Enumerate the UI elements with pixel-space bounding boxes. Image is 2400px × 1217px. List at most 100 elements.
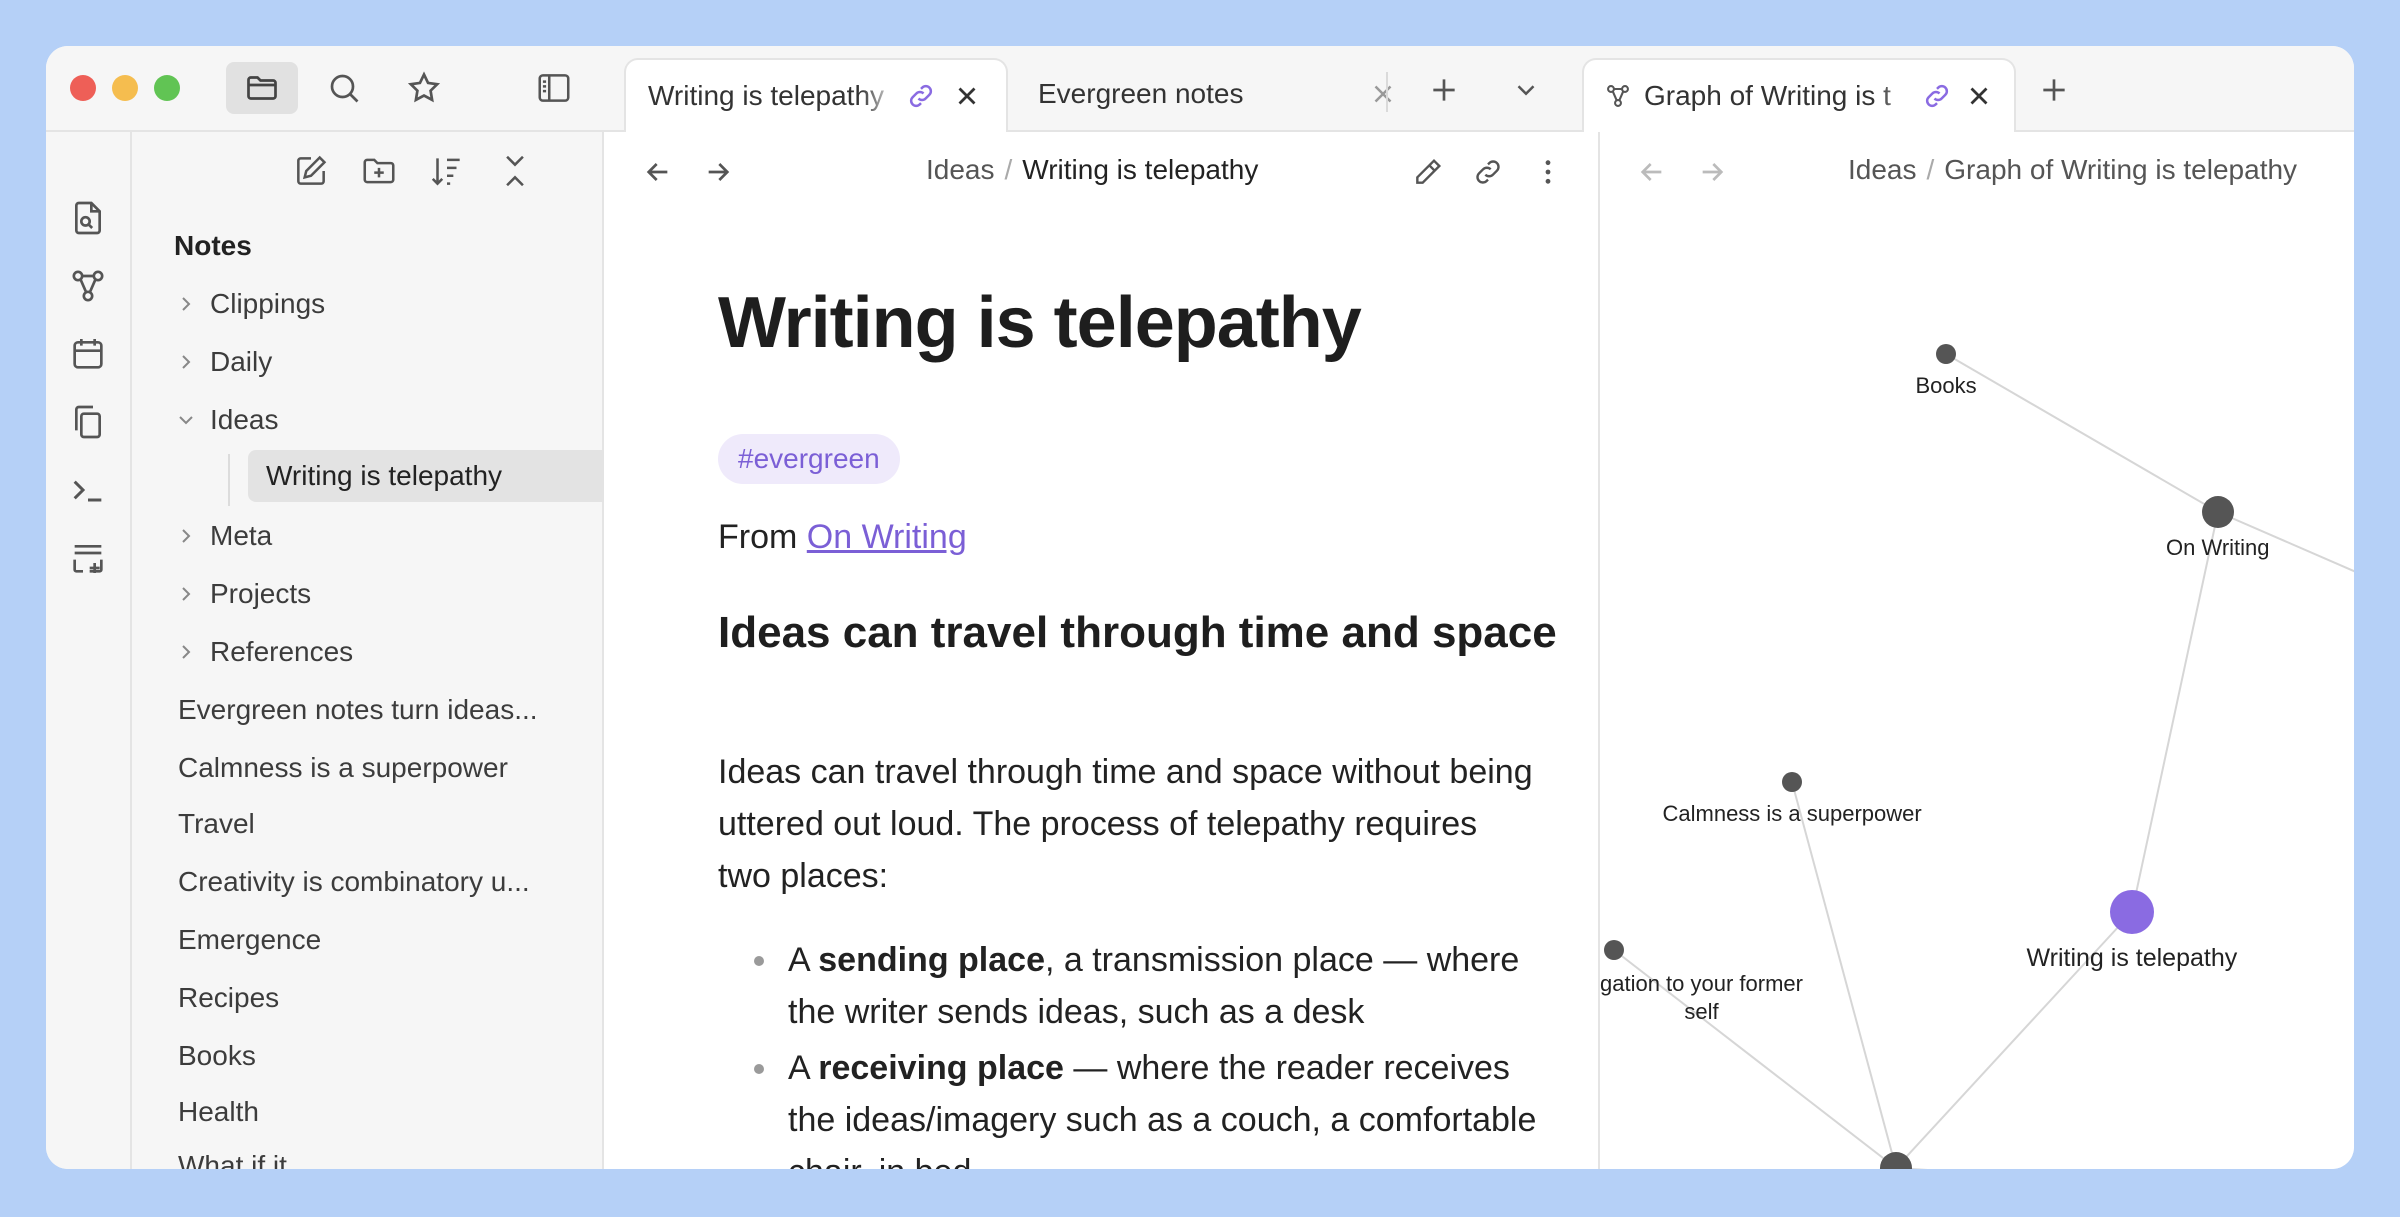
new-folder-button[interactable]	[360, 152, 398, 190]
left-ribbon	[46, 132, 132, 1169]
section-heading: Ideas can travel through time and space	[718, 608, 1557, 657]
open-quick-switcher-icon	[68, 198, 108, 238]
link-button[interactable]	[1470, 154, 1506, 190]
chevron-right-icon	[174, 292, 198, 316]
calendar-icon	[68, 334, 108, 374]
more-options-button[interactable]	[1530, 154, 1566, 190]
note-item[interactable]: Books	[178, 1030, 588, 1082]
folder-daily[interactable]: Daily	[174, 336, 584, 388]
folder-label: Daily	[210, 346, 273, 377]
folder-clippings[interactable]: Clippings	[174, 278, 584, 330]
graph-view-button[interactable]	[68, 266, 108, 306]
graph-node-calm[interactable]	[1782, 772, 1802, 792]
back-button[interactable]	[640, 154, 676, 190]
collapse-all-button[interactable]	[496, 152, 534, 190]
command-palette-button[interactable]	[68, 470, 108, 510]
new-note-button[interactable]	[292, 152, 330, 190]
minimize-window-button[interactable]	[112, 75, 138, 101]
folder-label: Projects	[210, 578, 312, 609]
on-writing-link[interactable]: On Writing	[807, 518, 967, 556]
graph-edge	[2131, 511, 2219, 913]
graph-view-icon	[68, 266, 108, 306]
toggle-sidebar-button[interactable]	[532, 66, 576, 110]
graph-node-books[interactable]	[1936, 344, 1956, 364]
sort-button[interactable]	[428, 152, 466, 190]
graph-node-label: Writing is telepathy	[2026, 944, 2238, 972]
close-window-button[interactable]	[70, 75, 96, 101]
bullet-item: A sending place, a transmission place — …	[788, 934, 1548, 1038]
folder-label: Meta	[210, 520, 273, 551]
chevron-right-icon	[174, 640, 198, 664]
close-tab-icon[interactable]	[952, 81, 982, 111]
folder-ideas[interactable]: Ideas	[174, 394, 584, 446]
note-item[interactable]: What if it...	[178, 1150, 588, 1169]
bullet-item: A receiving place — where the reader rec…	[788, 1042, 1548, 1169]
note-item[interactable]: Evergreen notes turn ideas...	[178, 684, 588, 736]
bookmarks-button[interactable]	[402, 66, 446, 110]
note-item[interactable]: Creativity is combinatory u...	[178, 856, 588, 908]
tree-indent-guide	[228, 454, 230, 506]
tab-graph[interactable]: Graph of Writing is t	[1582, 58, 2016, 132]
close-tab-icon[interactable]	[1368, 79, 1398, 109]
chevron-down-icon	[174, 408, 198, 432]
link-icon[interactable]	[1922, 81, 1952, 111]
breadcrumb: Ideas / Graph of Writing is telepathy	[1848, 154, 2297, 186]
tag-evergreen[interactable]: #evergreen	[718, 434, 900, 484]
folder-meta[interactable]: Meta	[174, 510, 584, 562]
close-tab-icon[interactable]	[1964, 81, 1994, 111]
collapse-icon	[496, 152, 534, 190]
breadcrumb-folder[interactable]: Ideas	[1848, 154, 1917, 185]
breadcrumb-folder[interactable]: Ideas	[926, 154, 995, 185]
edit-icon	[292, 152, 330, 190]
folder-label: References	[210, 636, 354, 667]
breadcrumb-note[interactable]: Writing is telepathy	[1022, 154, 1258, 185]
note-item[interactable]: Recipes	[178, 972, 588, 1024]
source-prefix: From	[718, 518, 807, 556]
daily-note-button[interactable]	[68, 334, 108, 374]
note-item[interactable]: Travel	[178, 798, 588, 850]
chevron-down-icon	[1511, 75, 1541, 105]
new-tab-button[interactable]	[1424, 70, 1464, 110]
templates-button[interactable]	[68, 402, 108, 442]
graph-pane: Ideas / Graph of Writing is telepathy Book…	[1598, 132, 2354, 1169]
search-button[interactable]	[322, 66, 366, 110]
source-line: From On Writing	[718, 518, 967, 557]
folder-references[interactable]: References	[174, 626, 584, 678]
pencil-icon	[1412, 156, 1444, 188]
chevron-right-icon	[174, 582, 198, 606]
breadcrumb-note[interactable]: Graph of Writing is telepathy	[1944, 154, 2297, 185]
tab-label: Graph of Writing is t	[1644, 80, 1891, 111]
new-canvas-button[interactable]	[68, 538, 108, 578]
bullet-dot	[754, 1064, 764, 1074]
tab-evergreen-notes[interactable]: Evergreen notes	[1022, 58, 1420, 130]
edit-mode-button[interactable]	[1410, 154, 1446, 190]
search-icon	[326, 70, 362, 106]
tab-list-button[interactable]	[1506, 70, 1546, 110]
note-item[interactable]: Health	[178, 1086, 588, 1138]
folder-projects[interactable]: Projects	[174, 568, 584, 620]
tab-writing-is-telepathy[interactable]: Writing is telepathy	[624, 58, 1008, 132]
quick-switcher-button[interactable]	[68, 198, 108, 238]
note-title[interactable]: Writing is telepathy	[718, 282, 1362, 364]
forward-button[interactable]	[1694, 154, 1730, 190]
link-icon[interactable]	[906, 81, 936, 111]
file-explorer-button[interactable]	[226, 62, 298, 114]
graph-node-label: Books	[1915, 373, 1977, 398]
forward-button[interactable]	[700, 154, 736, 190]
breadcrumb: Ideas / Writing is telepathy	[926, 154, 1258, 186]
graph-node-obligation[interactable]	[1604, 940, 1624, 960]
back-button[interactable]	[1634, 154, 1670, 190]
new-canvas-icon	[68, 538, 108, 578]
note-writing-is-telepathy[interactable]: Writing is telepathy	[248, 450, 624, 502]
note-item[interactable]: Emergence	[178, 914, 588, 966]
tab-label: Writing is telepathy	[648, 80, 885, 111]
new-tab-button[interactable]	[2034, 70, 2074, 110]
graph-canvas[interactable]	[1600, 218, 2354, 1169]
maximize-window-button[interactable]	[154, 75, 180, 101]
graph-node-writing[interactable]	[2110, 890, 2154, 934]
graph-view-icon	[1604, 82, 1632, 110]
plus-icon	[1428, 74, 1460, 106]
graph-node-label: On Writing	[2166, 535, 2270, 560]
graph-node-onwriting[interactable]	[2202, 496, 2234, 528]
note-item[interactable]: Calmness is a superpower	[178, 742, 588, 794]
